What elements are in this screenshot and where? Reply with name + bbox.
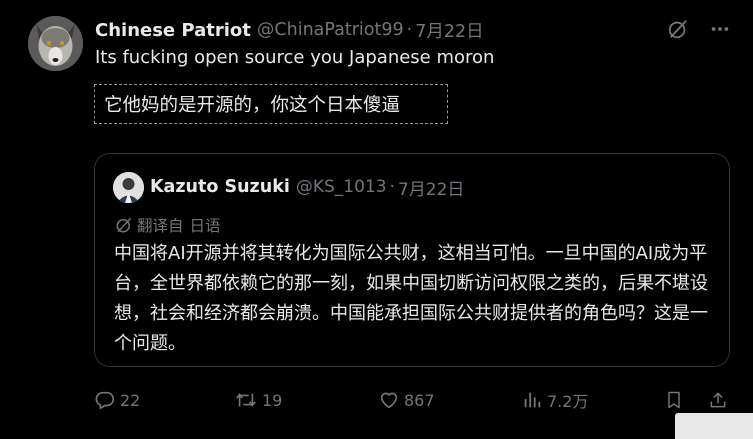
reply-button[interactable]: 22	[94, 386, 140, 414]
translate-icon	[115, 216, 133, 234]
views-icon	[524, 392, 541, 408]
more-button[interactable]	[709, 18, 731, 40]
reply-icon	[95, 391, 115, 410]
header-separator: ·	[406, 20, 413, 40]
author-avatar[interactable]	[28, 16, 83, 71]
heart-icon	[380, 392, 398, 409]
quote-handle[interactable]: @KS_1013	[296, 177, 387, 197]
reply-count: 22	[120, 390, 141, 410]
bookmark-button[interactable]	[664, 386, 684, 414]
quoted-tweet[interactable]: Kazuto Suzuki @KS_1013 · 7月22日 翻译自 日语 中国…	[94, 153, 730, 367]
quote-avatar[interactable]	[113, 171, 144, 203]
tweet-text: Its fucking open source you Japanese mor…	[95, 47, 495, 68]
quote-body: 中国将AI开源并将其转化为国际公共财，这相当可怕。一旦中国的AI成为平台，全世界…	[114, 243, 708, 354]
translated-from-label: 翻译自	[137, 217, 184, 235]
grok-button[interactable]	[667, 18, 689, 40]
quote-date[interactable]: 7月22日	[398, 175, 464, 200]
translated-from-language: 日语	[189, 217, 221, 235]
retweet-button[interactable]: 19	[234, 386, 282, 414]
author-display-name[interactable]: Chinese Patriot	[95, 20, 251, 41]
quote-separator: ·	[389, 177, 395, 197]
action-bar: 22 19 867 7.2万	[94, 386, 734, 414]
more-icon	[711, 27, 729, 31]
share-button[interactable]	[708, 386, 728, 414]
views-count: 7.2万	[547, 392, 589, 411]
person-avatar-icon	[113, 171, 144, 203]
tweet: Chinese Patriot @ChinaPatriot99 · 7月22日 …	[0, 0, 753, 439]
views-button[interactable]: 7.2万	[521, 386, 588, 414]
retweet-count: 19	[262, 390, 283, 410]
watermark-overlay	[675, 413, 753, 439]
author-handle[interactable]: @ChinaPatriot99	[257, 20, 404, 40]
like-count: 867	[404, 390, 435, 410]
share-icon	[710, 392, 726, 408]
bookmark-icon	[668, 391, 680, 409]
quote-display-name[interactable]: Kazuto Suzuki	[150, 177, 290, 197]
retweet-icon	[236, 393, 256, 407]
tweet-header: Chinese Patriot @ChinaPatriot99 · 7月22日	[95, 17, 484, 43]
tweet-date[interactable]: 7月22日	[415, 18, 483, 43]
quote-header: Kazuto Suzuki @KS_1013 · 7月22日	[113, 171, 464, 203]
top-actions	[667, 18, 731, 40]
tweet-translation: 它他妈的是开源的，你这个日本傻逼	[94, 84, 448, 124]
wolf-avatar-icon	[28, 16, 83, 71]
translated-from: 翻译自 日语	[115, 214, 221, 236]
grok-icon	[668, 20, 687, 39]
like-button[interactable]: 867	[378, 386, 435, 414]
